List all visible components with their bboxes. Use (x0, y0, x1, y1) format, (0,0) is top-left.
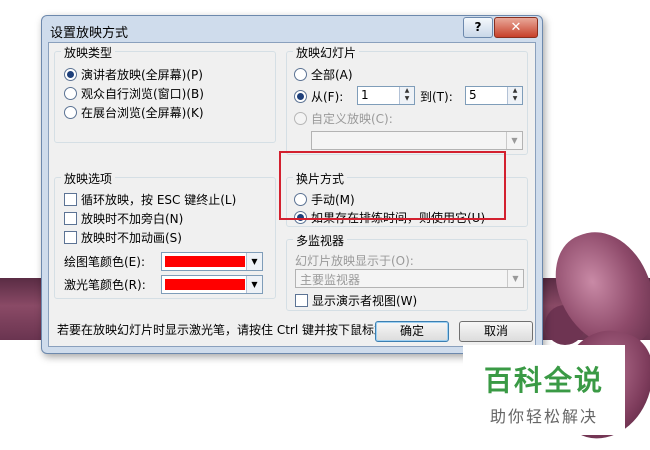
checkbox-label: 循环放映，按 ESC 键终止(L) (81, 193, 237, 207)
display-on-value: 主要监视器 (300, 273, 361, 287)
cancel-button[interactable]: 取消 (459, 321, 533, 342)
pen-color-label: 绘图笔颜色(E): (64, 255, 145, 269)
dialog-title: 设置放映方式 (50, 26, 129, 41)
radio-label: 观众自行浏览(窗口)(B) (81, 87, 204, 101)
ok-button[interactable]: 确定 (375, 321, 449, 342)
laser-pointer-hint: 若要在放映幻灯片时显示激光笔，请按住 Ctrl 键并按下鼠标左按钮。 (57, 323, 422, 337)
radio-label: 在展台浏览(全屏幕)(K) (81, 106, 204, 120)
radio-indicator (64, 87, 77, 100)
checkbox-label: 放映时不加旁白(N) (81, 212, 184, 226)
spin-up-icon[interactable]: ▲ (508, 87, 522, 95)
radio-all-slides[interactable]: 全部(A) (294, 66, 353, 83)
radio-label: 全部(A) (311, 68, 353, 82)
show-options-legend: 放映选项 (61, 170, 116, 187)
to-slide-value: 5 (469, 88, 477, 102)
spin-up-icon[interactable]: ▲ (400, 87, 414, 95)
radio-indicator (64, 106, 77, 119)
chevron-down-icon[interactable]: ▼ (507, 270, 523, 287)
from-slide-value: 1 (361, 88, 369, 102)
show-type-group: 放映类型 演讲者放映(全屏幕)(P) 观众自行浏览(窗口)(B) 在展台浏览(全… (54, 44, 276, 143)
dialog-titlebar: 设置放映方式 ? ✕ (42, 16, 542, 42)
radio-indicator (64, 68, 77, 81)
radio-label: 从(F): (311, 90, 344, 104)
checkbox-label: 放映时不加动画(S) (81, 231, 182, 245)
radio-label: 自定义放映(C): (311, 112, 393, 126)
checkbox-no-narration[interactable]: 放映时不加旁白(N) (64, 210, 183, 227)
watermark-subtitle: 助你轻松解决 (489, 407, 598, 426)
radio-kiosk-fullscreen[interactable]: 在展台浏览(全屏幕)(K) (64, 104, 204, 121)
radio-indicator (294, 68, 307, 81)
radio-indicator (294, 90, 307, 103)
watermark-title: 百科全说 (483, 364, 604, 397)
checkbox-loop-until-esc[interactable]: 循环放映，按 ESC 键终止(L) (64, 191, 236, 208)
radio-audience-window[interactable]: 观众自行浏览(窗口)(B) (64, 85, 204, 102)
multiple-monitors-legend: 多监视器 (293, 232, 348, 249)
checkbox-box (64, 231, 77, 244)
laser-color-swatch (165, 279, 245, 290)
laser-color-picker[interactable]: ▼ (161, 275, 263, 294)
radio-indicator (294, 112, 307, 125)
laser-color-label: 激光笔颜色(R): (64, 278, 146, 292)
display-on-select[interactable]: 主要监视器 ▼ (295, 269, 524, 288)
checkbox-label: 显示演示者视图(W) (312, 294, 418, 308)
chevron-down-icon[interactable]: ▼ (246, 253, 262, 270)
chevron-down-icon[interactable]: ▼ (506, 132, 522, 149)
watermark-logo: 百科全说 助你轻松解决 (463, 345, 625, 435)
show-slides-legend: 放映幻灯片 (293, 44, 360, 61)
checkbox-box (64, 193, 77, 206)
spin-down-icon[interactable]: ▼ (508, 95, 522, 103)
show-type-legend: 放映类型 (61, 44, 116, 61)
close-button[interactable]: ✕ (494, 17, 538, 38)
checkbox-box (295, 294, 308, 307)
show-options-group: 放映选项 循环放映，按 ESC 键终止(L) 放映时不加旁白(N) 放映时不加动… (54, 170, 276, 299)
checkbox-box (64, 212, 77, 225)
annotation-highlight-box (279, 151, 506, 220)
help-button[interactable]: ? (463, 17, 493, 38)
from-slide-spinner[interactable]: 1 ▲ ▼ (357, 86, 415, 105)
radio-presenter-fullscreen[interactable]: 演讲者放映(全屏幕)(P) (64, 66, 203, 83)
multiple-monitors-group: 多监视器 幻灯片放映显示于(O): 主要监视器 ▼ 显示演示者视图(W) (286, 232, 528, 311)
chevron-down-icon[interactable]: ▼ (246, 276, 262, 293)
spinner-arrows[interactable]: ▲ ▼ (399, 87, 414, 104)
spinner-arrows[interactable]: ▲ ▼ (507, 87, 522, 104)
checkbox-no-animation[interactable]: 放映时不加动画(S) (64, 229, 182, 246)
to-label: 到(T): (420, 90, 453, 104)
custom-show-select[interactable]: ▼ (311, 131, 523, 150)
display-on-label: 幻灯片放映显示于(O): (295, 254, 414, 268)
pen-color-swatch (165, 256, 245, 267)
spin-down-icon[interactable]: ▼ (400, 95, 414, 103)
to-slide-spinner[interactable]: 5 ▲ ▼ (465, 86, 523, 105)
radio-custom-show[interactable]: 自定义放映(C): (294, 110, 393, 127)
show-slides-group: 放映幻灯片 全部(A) 从(F): 1 ▲ ▼ 到(T): 5 ▲ ▼ 自定义放映(… (286, 44, 528, 155)
checkbox-presenter-view[interactable]: 显示演示者视图(W) (295, 292, 417, 309)
radio-label: 演讲者放映(全屏幕)(P) (81, 68, 203, 82)
radio-slides-from[interactable]: 从(F): (294, 88, 343, 105)
pen-color-picker[interactable]: ▼ (161, 252, 263, 271)
